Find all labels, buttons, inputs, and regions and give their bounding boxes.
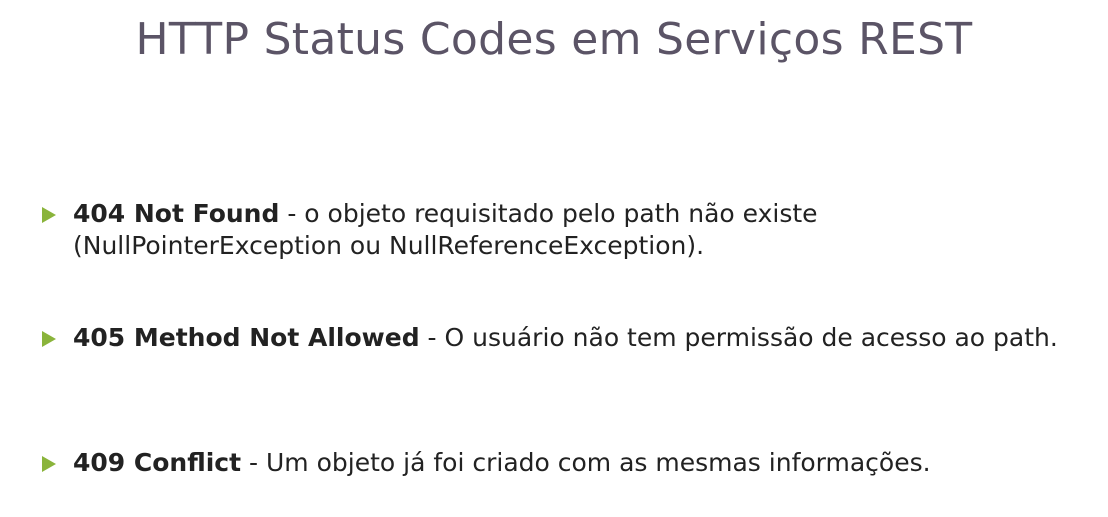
bullet-text: 409 Conflict - Um objeto já foi criado c… — [73, 447, 1078, 479]
status-code-term: 405 Method Not Allowed — [73, 323, 420, 352]
status-code-description: - Um objeto já foi criado com as mesmas … — [241, 448, 931, 477]
status-code-description: - O usuário não tem permissão de acesso … — [419, 323, 1058, 352]
bullet-text: 405 Method Not Allowed - O usuário não t… — [73, 322, 1078, 354]
status-code-term: 409 Conflict — [73, 448, 242, 477]
bullet-item: 404 Not Found - o objeto requisitado pel… — [42, 198, 1082, 262]
slide: HTTP Status Codes em Serviços REST 404 N… — [0, 0, 1108, 517]
triangle-right-icon — [42, 207, 56, 223]
bullet-item: 409 Conflict - Um objeto já foi criado c… — [42, 447, 1082, 479]
bullet-text: 404 Not Found - o objeto requisitado pel… — [73, 198, 1078, 262]
bullet-item: 405 Method Not Allowed - O usuário não t… — [42, 322, 1082, 354]
triangle-right-icon — [42, 456, 56, 472]
triangle-right-icon — [42, 331, 56, 347]
status-code-term: 404 Not Found — [73, 199, 280, 228]
slide-title: HTTP Status Codes em Serviços REST — [135, 14, 973, 65]
